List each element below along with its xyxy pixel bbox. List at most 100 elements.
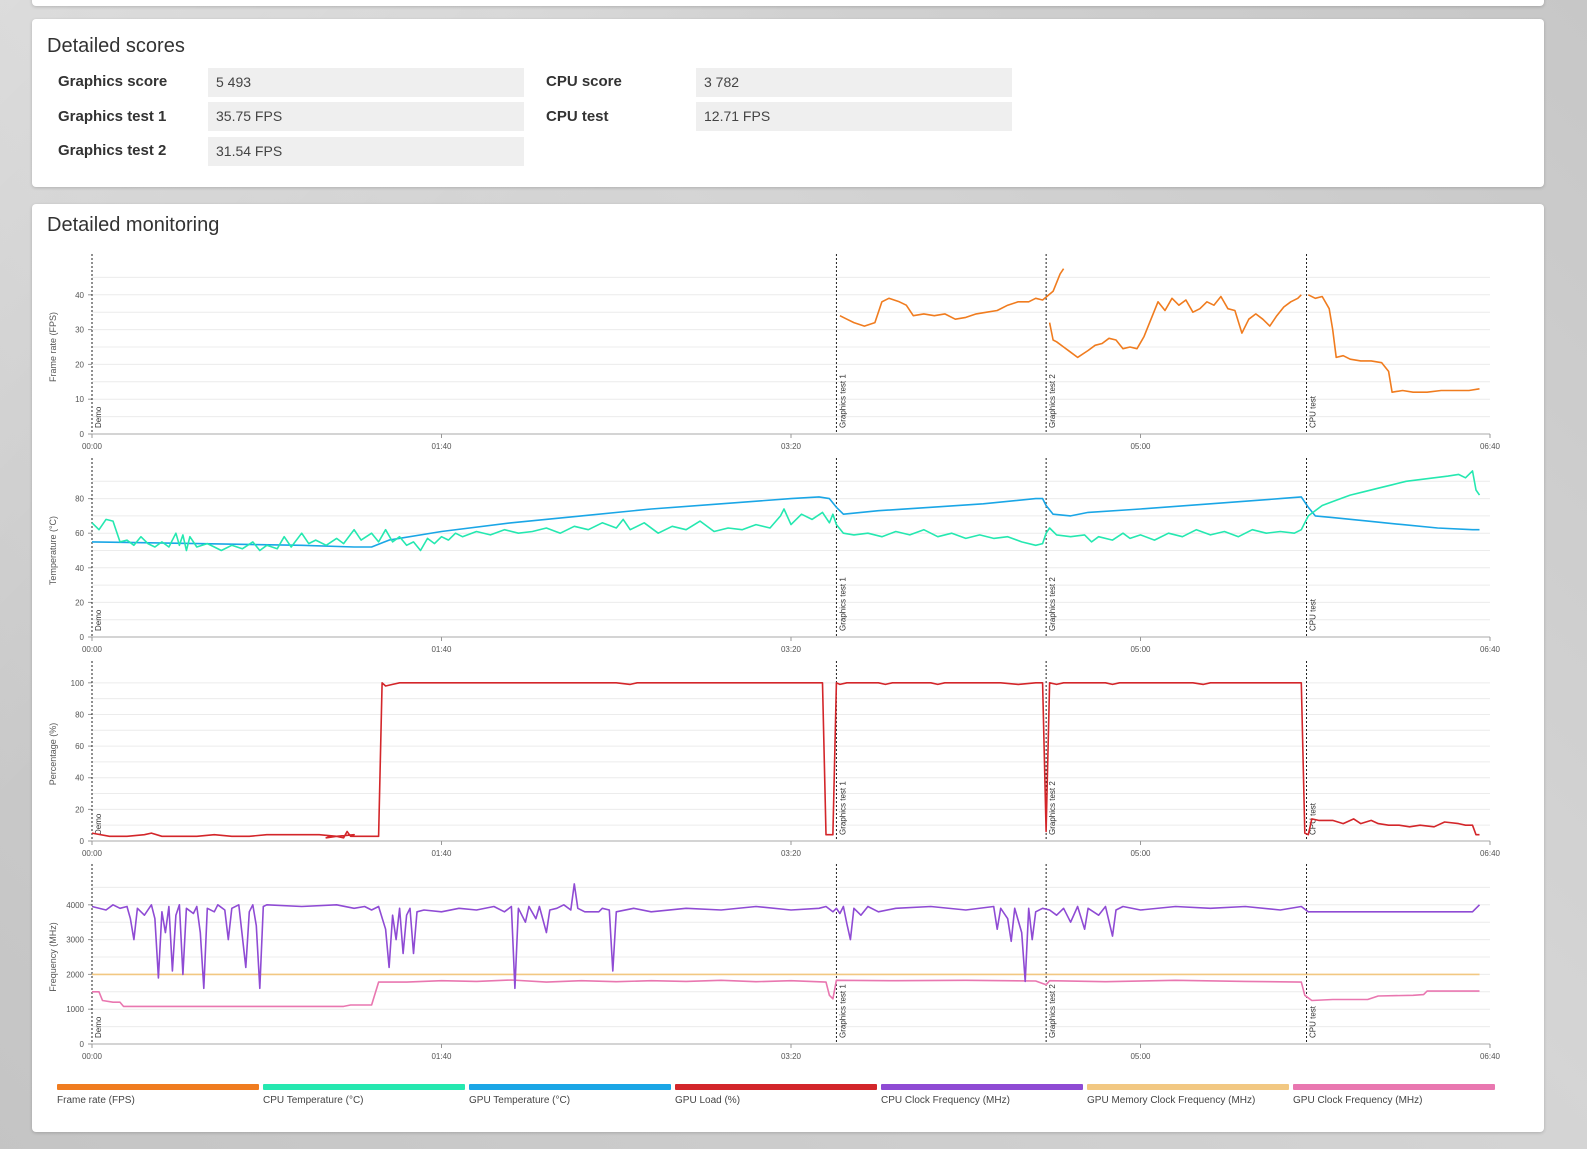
x-tick-label: 05:00 — [1130, 849, 1151, 858]
x-tick-label: 01:40 — [431, 849, 452, 858]
legend-label: Frame rate (FPS) — [57, 1095, 135, 1106]
series-line — [1048, 294, 1302, 359]
section-marker-label: CPU test — [1309, 395, 1318, 428]
y-tick-label: 60 — [75, 529, 84, 538]
legend-swatch — [263, 1084, 465, 1090]
legend-item[interactable]: GPU Load (%) — [675, 1084, 877, 1106]
legend-item[interactable]: Frame rate (FPS) — [57, 1084, 259, 1106]
x-tick-label: 01:40 — [431, 645, 452, 654]
section-marker-label: Graphics test 1 — [838, 781, 847, 835]
x-tick-label: 06:40 — [1480, 849, 1501, 858]
previous-card — [32, 0, 1544, 6]
x-tick-label: 03:20 — [781, 645, 802, 654]
x-tick-label: 00:00 — [82, 442, 103, 451]
series-line — [91, 883, 1481, 990]
legend-swatch — [675, 1084, 877, 1090]
graphics-score-value: 5 493 — [208, 68, 524, 97]
cpu-test-label: CPU test — [546, 108, 609, 125]
legend-item[interactable]: CPU Temperature (°C) — [263, 1084, 465, 1106]
detailed-monitoring-card: Detailed monitoring 0 10 20 30 40 00:00 01:40 0… — [32, 204, 1544, 1132]
y-axis-label: Temperature (°C) — [48, 516, 58, 585]
y-tick-label: 100 — [71, 679, 85, 688]
y-tick-label: 60 — [75, 742, 84, 751]
cpu-test-value: 12.71 FPS — [696, 102, 1012, 131]
section-marker-label: Graphics test 2 — [1048, 577, 1057, 631]
x-tick-label: 00:00 — [82, 645, 103, 654]
section-marker-label: CPU test — [1309, 1005, 1318, 1038]
x-tick-label: 03:20 — [781, 442, 802, 451]
y-tick-label: 4000 — [66, 901, 84, 910]
graphics-score-label: Graphics score — [58, 73, 168, 90]
graphics-test-1-label: Graphics test 1 — [58, 108, 167, 125]
y-tick-label: 3000 — [66, 936, 84, 945]
y-tick-label: 0 — [80, 1040, 85, 1049]
section-marker-label: Graphics test 1 — [838, 577, 847, 631]
x-tick-label: 06:40 — [1480, 645, 1501, 654]
x-tick-label: 03:20 — [781, 1052, 802, 1061]
x-tick-label: 06:40 — [1480, 1052, 1501, 1061]
y-tick-label: 10 — [75, 395, 84, 404]
section-marker-label: Demo — [94, 1016, 103, 1038]
x-tick-label: 00:00 — [82, 849, 103, 858]
legend-item[interactable]: GPU Temperature (°C) — [469, 1084, 671, 1106]
section-marker-label: Demo — [94, 609, 103, 631]
y-tick-label: 40 — [75, 291, 84, 300]
legend-label: GPU Load (%) — [675, 1095, 741, 1106]
y-tick-label: 40 — [75, 564, 84, 573]
cpu-score-label: CPU score — [546, 73, 622, 90]
legend-label: CPU Temperature (°C) — [263, 1095, 364, 1106]
y-tick-label: 20 — [75, 360, 84, 369]
series-line — [91, 470, 1481, 552]
series-line — [91, 496, 1480, 548]
y-axis-label: Frame rate (FPS) — [48, 312, 58, 382]
y-tick-label: 2000 — [66, 970, 84, 979]
section-marker-label: Demo — [94, 813, 103, 835]
y-tick-label: 0 — [80, 837, 85, 846]
y-tick-label: 0 — [80, 430, 85, 439]
y-tick-label: 0 — [80, 633, 85, 642]
legend-swatch — [1293, 1084, 1495, 1090]
detailed-scores-card: Detailed scores Graphics score 5 493 Gra… — [32, 19, 1544, 187]
legend-swatch — [469, 1084, 671, 1090]
section-marker-label: Graphics test 2 — [1048, 781, 1057, 835]
legend-item[interactable]: GPU Memory Clock Frequency (MHz) — [1087, 1084, 1289, 1106]
section-marker-label: Graphics test 2 — [1048, 374, 1057, 428]
series-line — [92, 979, 1480, 1008]
x-tick-label: 01:40 — [431, 1052, 452, 1061]
y-tick-label: 20 — [75, 598, 84, 607]
legend-label: GPU Clock Frequency (MHz) — [1293, 1095, 1423, 1106]
detailed-scores-title: Detailed scores — [47, 35, 185, 57]
y-tick-label: 1000 — [66, 1005, 84, 1014]
legend-item[interactable]: CPU Clock Frequency (MHz) — [881, 1084, 1083, 1106]
legend-label: CPU Clock Frequency (MHz) — [881, 1095, 1010, 1106]
series-line — [91, 681, 1480, 839]
x-tick-label: 01:40 — [431, 442, 452, 451]
x-tick-label: 05:00 — [1130, 442, 1151, 451]
section-marker-label: Graphics test 2 — [1048, 984, 1057, 1038]
y-axis-label: Percentage (%) — [48, 723, 58, 786]
y-tick-label: 20 — [75, 805, 84, 814]
cpu-score-value: 3 782 — [696, 68, 1012, 97]
legend-item[interactable]: GPU Clock Frequency (MHz) — [1293, 1084, 1495, 1106]
legend-swatch — [881, 1084, 1083, 1090]
graphics-test-1-value: 35.75 FPS — [208, 102, 524, 131]
x-tick-label: 00:00 — [82, 1052, 103, 1061]
section-marker-label: CPU test — [1309, 598, 1318, 631]
section-marker-label: Graphics test 1 — [838, 374, 847, 428]
y-tick-label: 40 — [75, 774, 84, 783]
legend-label: GPU Memory Clock Frequency (MHz) — [1087, 1095, 1256, 1106]
x-tick-label: 06:40 — [1480, 442, 1501, 451]
series-line — [1307, 294, 1480, 393]
y-tick-label: 80 — [75, 710, 84, 719]
graphics-test-2-value: 31.54 FPS — [208, 137, 524, 166]
legend-swatch — [1087, 1084, 1289, 1090]
legend-label: GPU Temperature (°C) — [469, 1095, 571, 1106]
monitoring-charts[interactable]: 0 10 20 30 40 00:00 01:40 03:20 05:00 06:40 Frame … — [32, 204, 1544, 1074]
x-tick-label: 05:00 — [1130, 1052, 1151, 1061]
y-axis-label: Frequency (MHz) — [48, 922, 58, 992]
section-marker-label: Graphics test 1 — [838, 984, 847, 1038]
legend-swatch — [57, 1084, 259, 1090]
y-tick-label: 80 — [75, 495, 84, 504]
y-tick-label: 30 — [75, 326, 84, 335]
x-tick-label: 05:00 — [1130, 645, 1151, 654]
